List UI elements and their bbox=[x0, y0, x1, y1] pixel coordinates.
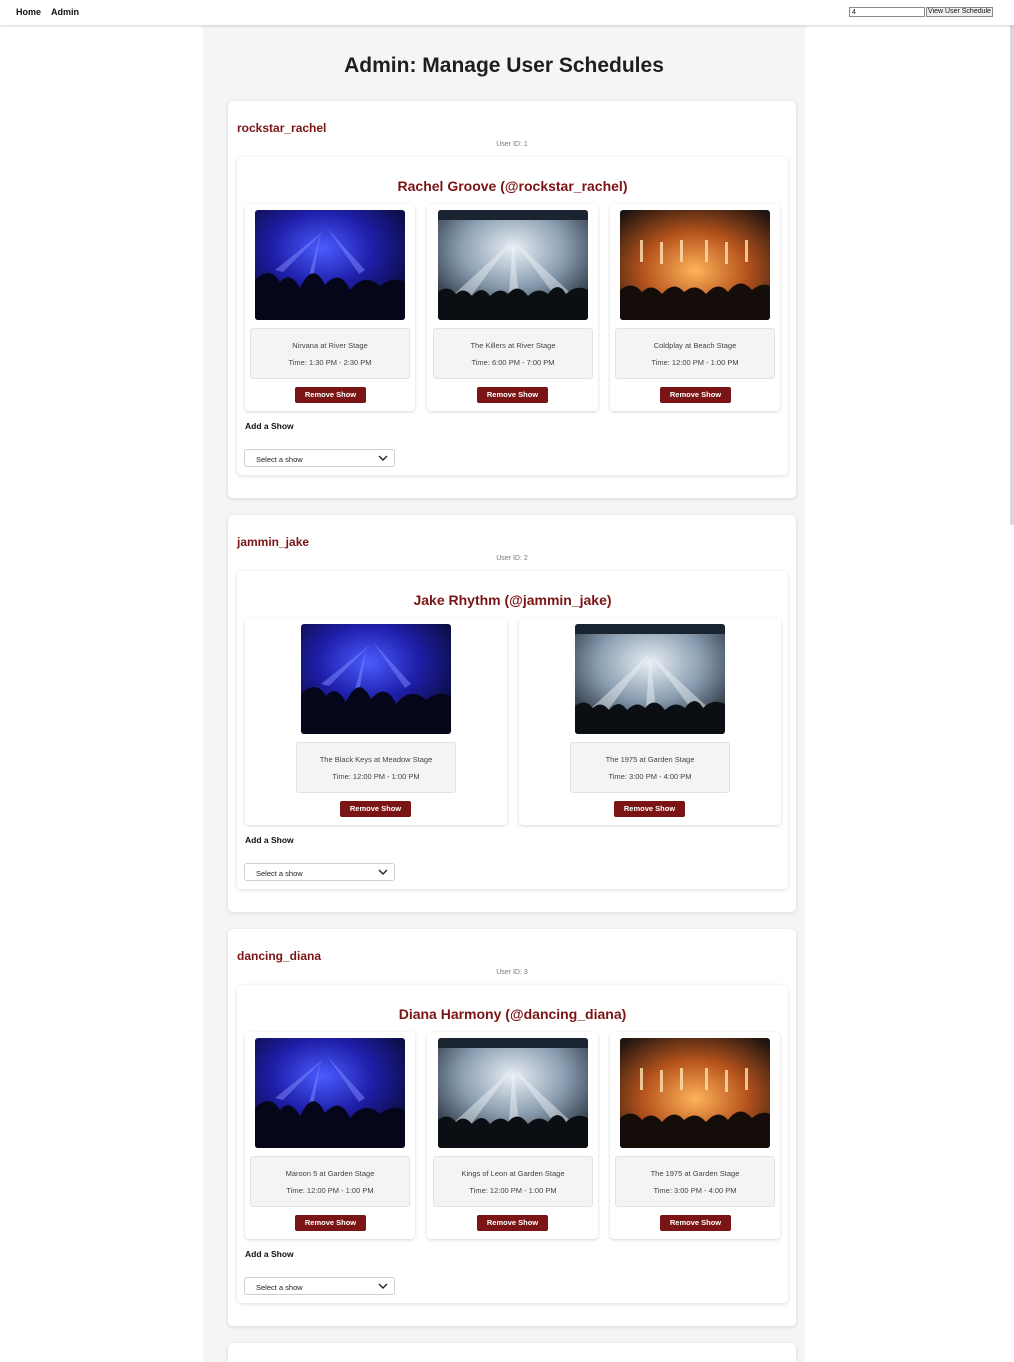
schedule-title: Jake Rhythm (@jammin_jake) bbox=[413, 592, 612, 608]
add-show-label: Add a Show bbox=[245, 421, 294, 431]
show-image bbox=[620, 1038, 770, 1148]
show-card: Maroon 5 at Garden Stage Time: 12:00 PM … bbox=[245, 1032, 415, 1239]
show-name: Coldplay at Beach Stage bbox=[653, 341, 737, 350]
remove-show-button[interactable]: Remove Show bbox=[295, 387, 366, 403]
show-info: The Black Keys at Meadow Stage Time: 12:… bbox=[296, 742, 456, 793]
remove-show-button[interactable]: Remove Show bbox=[295, 1215, 366, 1231]
show-select-value: Select a show bbox=[256, 869, 303, 878]
show-info: The 1975 at Garden Stage Time: 3:00 PM -… bbox=[615, 1156, 775, 1207]
show-info: The Killers at River Stage Time: 6:00 PM… bbox=[433, 328, 593, 379]
show-card: The Black Keys at Meadow Stage Time: 12:… bbox=[245, 618, 507, 825]
show-image bbox=[255, 1038, 405, 1148]
show-card: The 1975 at Garden Stage Time: 3:00 PM -… bbox=[519, 618, 781, 825]
show-card: Coldplay at Beach Stage Time: 12:00 PM -… bbox=[610, 204, 780, 411]
user-card: jammin_jake User ID: 2 Jake Rhythm (@jam… bbox=[228, 515, 796, 912]
chevron-down-icon bbox=[378, 1283, 388, 1289]
user-id-label: User ID: 1 bbox=[496, 141, 528, 148]
user-card: rockstar_rachel User ID: 1 Rachel Groove… bbox=[228, 101, 796, 498]
show-name: The Killers at River Stage bbox=[470, 341, 556, 350]
show-info: Coldplay at Beach Stage Time: 12:00 PM -… bbox=[615, 328, 775, 379]
show-name: Nirvana at River Stage bbox=[292, 341, 368, 350]
remove-show-button[interactable]: Remove Show bbox=[477, 1215, 548, 1231]
show-image bbox=[438, 1038, 588, 1148]
show-time: Time: 1:30 PM - 2:30 PM bbox=[288, 358, 372, 367]
show-select[interactable]: Select a show bbox=[244, 1277, 395, 1295]
show-info: Maroon 5 at Garden Stage Time: 12:00 PM … bbox=[250, 1156, 410, 1207]
user-card bbox=[228, 1343, 796, 1362]
user-card: dancing_diana User ID: 3 Diana Harmony (… bbox=[228, 929, 796, 1326]
show-name: The 1975 at Garden Stage bbox=[650, 1169, 740, 1178]
chevron-down-icon bbox=[378, 869, 388, 875]
show-time: Time: 12:00 PM - 1:00 PM bbox=[651, 358, 739, 367]
view-user-schedule-button[interactable]: View User Schedule bbox=[926, 7, 993, 17]
show-name: Maroon 5 at Garden Stage bbox=[285, 1169, 375, 1178]
show-card: The 1975 at Garden Stage Time: 3:00 PM -… bbox=[610, 1032, 780, 1239]
show-name: The Black Keys at Meadow Stage bbox=[319, 755, 433, 764]
show-time: Time: 3:00 PM - 4:00 PM bbox=[608, 772, 692, 781]
remove-show-button[interactable]: Remove Show bbox=[660, 1215, 731, 1231]
remove-show-button[interactable]: Remove Show bbox=[660, 387, 731, 403]
username-heading: dancing_diana bbox=[237, 949, 322, 963]
show-name: Kings of Leon at Garden Stage bbox=[461, 1169, 565, 1178]
show-image bbox=[575, 624, 725, 734]
show-time: Time: 3:00 PM - 4:00 PM bbox=[653, 1186, 737, 1195]
show-select-value: Select a show bbox=[256, 455, 303, 464]
show-image bbox=[255, 210, 405, 320]
show-card: Kings of Leon at Garden Stage Time: 12:0… bbox=[427, 1032, 598, 1239]
show-info: Nirvana at River Stage Time: 1:30 PM - 2… bbox=[250, 328, 410, 379]
show-name: The 1975 at Garden Stage bbox=[605, 755, 695, 764]
show-select[interactable]: Select a show bbox=[244, 449, 395, 467]
show-time: Time: 12:00 PM - 1:00 PM bbox=[332, 772, 420, 781]
remove-show-button[interactable]: Remove Show bbox=[614, 801, 685, 817]
show-image bbox=[620, 210, 770, 320]
username-heading: jammin_jake bbox=[237, 535, 310, 549]
page-scrollbar[interactable] bbox=[1010, 25, 1014, 525]
show-card: Nirvana at River Stage Time: 1:30 PM - 2… bbox=[245, 204, 415, 411]
user-id-label: User ID: 3 bbox=[496, 969, 528, 976]
show-info: The 1975 at Garden Stage Time: 3:00 PM -… bbox=[570, 742, 730, 793]
schedule-title: Rachel Groove (@rockstar_rachel) bbox=[397, 178, 628, 194]
add-show-label: Add a Show bbox=[245, 1249, 294, 1259]
user-id-input[interactable] bbox=[849, 7, 925, 17]
show-image bbox=[438, 210, 588, 320]
page-title: Admin: Manage User Schedules bbox=[344, 54, 664, 77]
nav-admin-link[interactable]: Admin bbox=[51, 7, 79, 17]
schedule-title: Diana Harmony (@dancing_diana) bbox=[398, 1006, 627, 1022]
show-select[interactable]: Select a show bbox=[244, 863, 395, 881]
schedule-card: Rachel Groove (@rockstar_rachel) Nirvana… bbox=[237, 157, 788, 475]
show-time: Time: 12:00 PM - 1:00 PM bbox=[286, 1186, 374, 1195]
show-card: The Killers at River Stage Time: 6:00 PM… bbox=[427, 204, 598, 411]
chevron-down-icon bbox=[378, 455, 388, 461]
top-navigation: Home Admin View User Schedule bbox=[0, 0, 1014, 25]
username-heading: rockstar_rachel bbox=[237, 121, 327, 135]
show-time: Time: 12:00 PM - 1:00 PM bbox=[469, 1186, 557, 1195]
add-show-label: Add a Show bbox=[245, 835, 294, 845]
schedule-card: Diana Harmony (@dancing_diana) Maroon 5 … bbox=[237, 985, 788, 1303]
show-info: Kings of Leon at Garden Stage Time: 12:0… bbox=[433, 1156, 593, 1207]
nav-home-link[interactable]: Home bbox=[16, 7, 41, 17]
show-select-value: Select a show bbox=[256, 1283, 303, 1292]
show-time: Time: 6:00 PM - 7:00 PM bbox=[471, 358, 555, 367]
remove-show-button[interactable]: Remove Show bbox=[477, 387, 548, 403]
show-image bbox=[301, 624, 451, 734]
schedule-card: Jake Rhythm (@jammin_jake) The Black Key… bbox=[237, 571, 788, 889]
remove-show-button[interactable]: Remove Show bbox=[340, 801, 411, 817]
user-id-label: User ID: 2 bbox=[496, 555, 528, 562]
